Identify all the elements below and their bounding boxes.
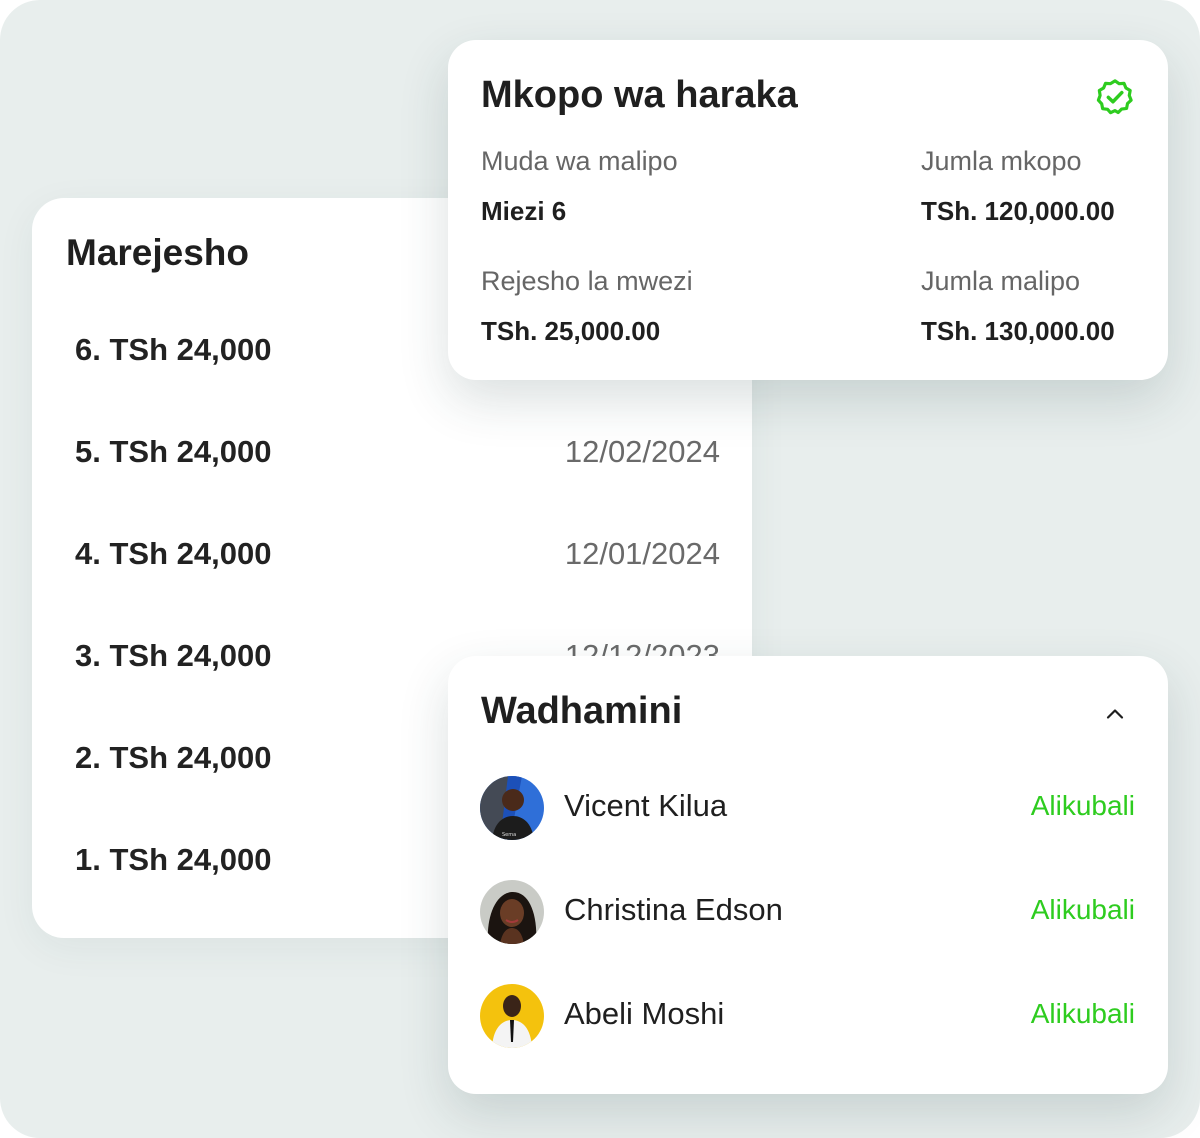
monthly-repayment-label: Rejesho la mwezi [481, 266, 693, 296]
repayment-row[interactable]: 4. TSh 24,000 12/01/2024 [75, 536, 720, 576]
total-payment-label: Jumla malipo [921, 266, 1081, 296]
guarantor-row[interactable]: Sema Vicent Kilua Alikubali [480, 776, 1135, 840]
repayment-date: 12/02/2024 [564, 434, 720, 469]
repayment-amount: 6. TSh 24,000 [75, 332, 272, 367]
guarantors-title: Wadhamini [481, 690, 683, 732]
repayment-row[interactable]: 5. TSh 24,000 12/02/2024 [75, 434, 720, 474]
guarantor-name: Christina Edson [564, 892, 783, 927]
repayment-amount: 2. TSh 24,000 [75, 740, 272, 775]
loan-summary-card: Mkopo wa haraka Muda wa malipo Miezi 6 J… [448, 40, 1168, 380]
guarantor-row[interactable]: Christina Edson Alikubali [480, 880, 1135, 944]
guarantors-card: Wadhamini Sema Vicent Kilua Alikubali Ch… [448, 656, 1168, 1094]
monthly-repayment-value: TSh. 25,000.00 [481, 316, 661, 346]
verified-badge-icon [1096, 79, 1133, 115]
total-loan-value: TSh. 120,000.00 [921, 196, 1115, 226]
svg-text:Sema: Sema [502, 832, 516, 838]
repayments-title: Marejesho [66, 232, 250, 273]
guarantor-status: Alikubali [1030, 894, 1135, 925]
loan-title: Mkopo wa haraka [481, 74, 798, 116]
avatar: Sema [480, 776, 544, 840]
guarantor-row[interactable]: Abeli Moshi Alikubali [480, 984, 1135, 1048]
total-loan-label: Jumla mkopo [921, 146, 1082, 176]
repayment-date: 12/01/2024 [564, 536, 720, 571]
term-label: Muda wa malipo [481, 146, 678, 176]
avatar [480, 880, 544, 944]
guarantor-status: Alikubali [1030, 790, 1135, 821]
repayment-amount: 3. TSh 24,000 [75, 638, 272, 673]
guarantor-name: Abeli Moshi [564, 996, 725, 1031]
repayment-amount: 4. TSh 24,000 [75, 536, 272, 571]
total-payment-value: TSh. 130,000.00 [921, 316, 1115, 346]
repayment-amount: 5. TSh 24,000 [75, 434, 272, 469]
repayment-amount: 1. TSh 24,000 [75, 842, 272, 877]
chevron-up-icon[interactable] [1103, 702, 1127, 726]
guarantor-name: Vicent Kilua [564, 788, 728, 823]
term-value: Miezi 6 [481, 196, 567, 226]
avatar [480, 984, 544, 1048]
guarantor-status: Alikubali [1030, 998, 1135, 1029]
